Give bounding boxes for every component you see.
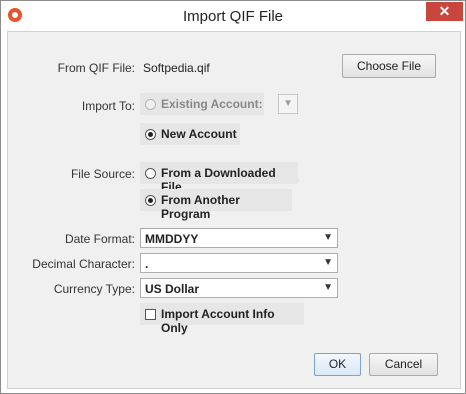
chevron-down-icon: ▼ — [323, 257, 333, 268]
import-info-only-label: Import Account Info Only — [161, 307, 275, 335]
another-program-radio[interactable] — [145, 195, 156, 206]
qif-file-name: Softpedia.qif — [143, 61, 210, 75]
existing-account-option[interactable]: Existing Account: — [140, 93, 264, 115]
chevron-down-icon: ▼ — [323, 282, 333, 293]
chevron-down-icon: ▼ — [283, 98, 293, 109]
import-to-label: Import To: — [81, 99, 135, 113]
decimal-character-select[interactable]: . ▼ — [140, 253, 338, 273]
another-program-label: From Another Program — [161, 193, 240, 221]
currency-type-value: US Dollar — [145, 282, 200, 296]
existing-account-select[interactable]: ▼ — [278, 94, 298, 114]
window-title: Import QIF File — [182, 8, 283, 25]
existing-account-label: Existing Account: — [161, 97, 263, 111]
from-qif-file-label: From QIF File: — [57, 61, 135, 75]
another-program-option[interactable]: From Another Program — [140, 189, 292, 221]
new-account-label: New Account — [161, 127, 237, 141]
downloaded-file-option[interactable]: From a Downloaded File — [140, 162, 298, 194]
date-format-value: MMDDYY — [145, 232, 199, 246]
downloaded-file-radio[interactable] — [145, 168, 156, 179]
existing-account-radio[interactable] — [145, 99, 156, 110]
import-info-only-option[interactable]: Import Account Info Only — [140, 303, 304, 335]
currency-type-label: Currency Type: — [53, 282, 135, 296]
dialog-content: SOFTPEDIA From QIF File: Softpedia.qif C… — [7, 31, 461, 389]
close-button[interactable]: ✕ — [426, 2, 463, 21]
date-format-label: Date Format: — [64, 232, 135, 246]
title-bar: Import QIF File ✕ — [1, 1, 465, 31]
chevron-down-icon: ▼ — [323, 232, 333, 243]
new-account-option[interactable]: New Account — [140, 123, 240, 145]
file-source-label: File Source: — [70, 167, 135, 181]
currency-type-select[interactable]: US Dollar ▼ — [140, 278, 338, 298]
ok-button[interactable]: OK — [314, 353, 361, 376]
decimal-character-value: . — [145, 257, 149, 271]
import-info-only-checkbox[interactable] — [145, 309, 156, 320]
cancel-button[interactable]: Cancel — [369, 353, 438, 376]
choose-file-button[interactable]: Choose File — [342, 54, 436, 78]
date-format-select[interactable]: MMDDYY ▼ — [140, 228, 338, 248]
decimal-character-label: Decimal Character: — [32, 257, 135, 271]
new-account-radio[interactable] — [145, 129, 156, 140]
import-qif-dialog: Import QIF File ✕ SOFTPEDIA From QIF Fil… — [0, 0, 466, 394]
